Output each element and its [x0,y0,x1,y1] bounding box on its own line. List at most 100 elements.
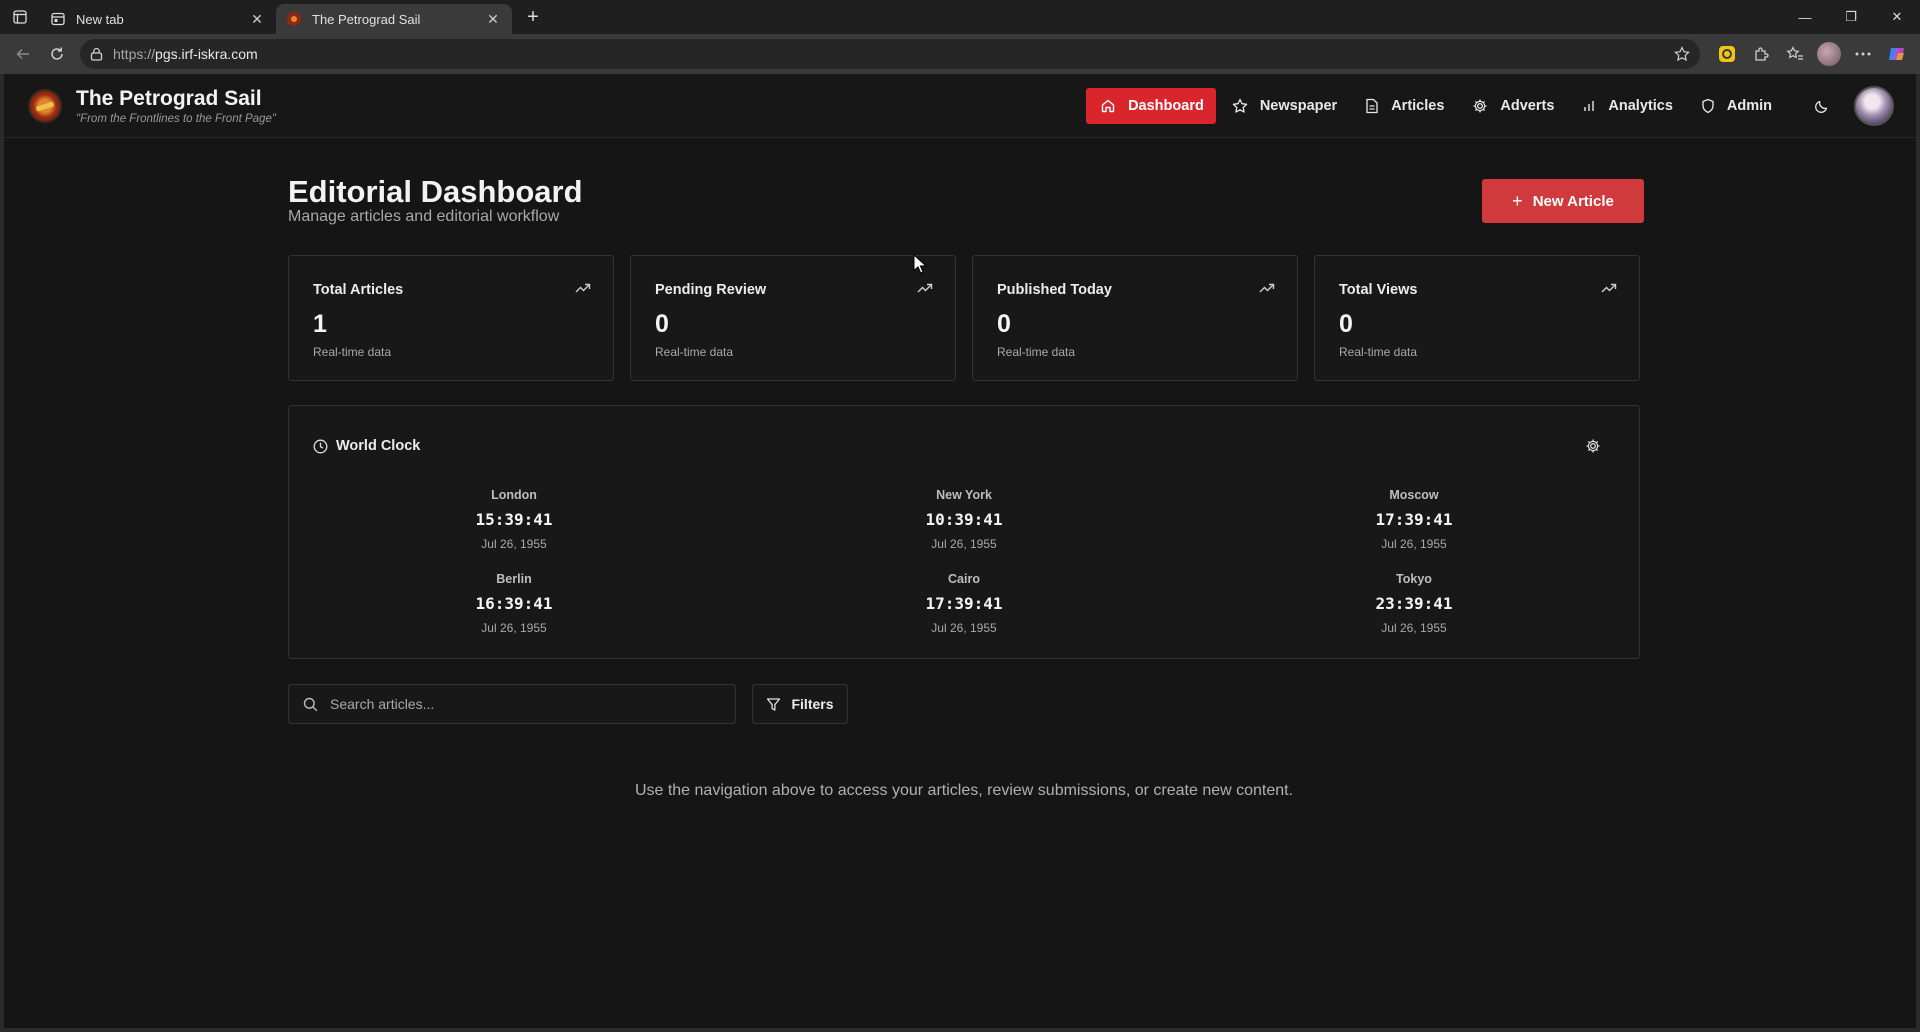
clock-city: New York [936,488,992,502]
world-clock-grid: London 15:39:41 Jul 26, 1955 New York 10… [289,488,1639,656]
trending-up-icon [575,283,591,293]
nav-dashboard[interactable]: Dashboard [1086,88,1216,124]
plus-icon: + [1512,190,1523,211]
restore-icon[interactable]: ❐ [1828,0,1874,34]
clock-date: Jul 26, 1955 [481,621,547,635]
user-avatar[interactable] [1854,86,1894,126]
copilot-icon[interactable] [1880,38,1914,70]
new-article-label: New Article [1532,192,1614,210]
clock-date: Jul 26, 1955 [1381,621,1447,635]
stat-value: 0 [655,310,669,338]
clock-tokyo: Tokyo 23:39:41 Jul 26, 1955 [1189,572,1639,656]
stat-card-total-views: Total Views 0 Real-time data [1314,255,1640,381]
nav-admin[interactable]: Admin [1689,88,1784,124]
favorite-star-icon[interactable] [1674,46,1690,62]
lock-icon[interactable] [90,47,103,61]
url-protocol: https:// [113,46,156,62]
brand: The Petrograd Sail "From the Frontlines … [76,87,276,125]
clock-time: 15:39:41 [475,510,553,529]
clock-city: Tokyo [1396,572,1432,586]
search-icon [303,697,318,711]
nav-articles[interactable]: Articles [1353,88,1456,124]
new-tab-icon [50,11,66,27]
search-input[interactable] [330,696,721,712]
tab-title: New tab [76,11,124,27]
stat-value: 0 [997,310,1011,338]
clock-moscow: Moscow 17:39:41 Jul 26, 1955 [1189,488,1639,572]
extensions-puzzle-icon[interactable] [1744,38,1778,70]
nav-label: Newspaper [1259,98,1338,114]
clock-time: 10:39:41 [925,510,1003,529]
page-viewport: The Petrograd Sail "From the Frontlines … [4,74,1916,1028]
browser-tab-petrograd-sail[interactable]: The Petrograd Sail ✕ [276,4,512,34]
clock-london: London 15:39:41 Jul 26, 1955 [289,488,739,572]
navigation-hint: Use the navigation above to access your … [634,782,1294,799]
more-options-icon[interactable] [1846,38,1880,70]
browser-tab-bar: New tab ✕ The Petrograd Sail ✕ + — ❐ ✕ [0,0,1920,34]
address-url: https://pgs.irf-iskra.com [113,46,1674,62]
address-bar[interactable]: https://pgs.irf-iskra.com [80,39,1700,69]
stat-value: 0 [1339,310,1353,338]
bar-chart-icon [1584,101,1595,111]
reload-icon[interactable] [40,38,74,70]
stat-label: Published Today [997,282,1112,298]
stats-row: Total Articles 1 Real-time data Pending … [288,255,1640,381]
stat-card-published-today: Published Today 0 Real-time data [972,255,1298,381]
trending-up-icon [1259,283,1275,293]
site-logo[interactable] [28,88,62,123]
clock-settings-gear-icon[interactable] [1585,438,1601,454]
minimize-icon[interactable]: — [1782,0,1828,34]
clock-date: Jul 26, 1955 [931,621,997,635]
stat-label: Total Articles [313,282,404,298]
clock-new-york: New York 10:39:41 Jul 26, 1955 [739,488,1189,572]
clock-city: London [491,488,537,502]
new-article-button[interactable]: + New Article [1482,179,1644,223]
page-subtitle: Manage articles and editorial workflow [288,208,560,225]
world-clock-card: World Clock London 15:39:41 Jul 26, 1955… [288,405,1640,659]
nav-analytics[interactable]: Analytics [1570,88,1684,124]
shield-icon [1702,98,1714,114]
filters-button[interactable]: Filters [752,684,848,724]
star-icon [1232,98,1248,113]
nav-newspaper[interactable]: Newspaper [1220,88,1349,124]
stat-label: Total Views [1339,282,1418,298]
close-tab-icon[interactable]: ✕ [248,10,266,28]
filters-label: Filters [791,696,834,712]
stat-value: 1 [313,310,327,338]
site-title[interactable]: The Petrograd Sail [76,87,276,111]
stat-card-pending-review: Pending Review 0 Real-time data [630,255,956,381]
stat-label: Pending Review [655,282,767,298]
close-window-icon[interactable]: ✕ [1874,0,1920,34]
stat-note: Real-time data [1339,345,1418,359]
clock-row: London 15:39:41 Jul 26, 1955 New York 10… [289,488,1639,572]
nav-label: Articles [1391,98,1445,114]
home-icon [1101,99,1115,113]
new-tab-plus-icon[interactable]: + [518,2,548,32]
clock-time: 23:39:41 [1375,594,1453,613]
extension-yellow-icon[interactable] [1710,38,1744,70]
clock-city: Berlin [496,572,532,586]
clock-time: 17:39:41 [1375,510,1453,529]
tab-actions-icon[interactable] [0,0,40,34]
nav-adverts[interactable]: Adverts [1460,88,1566,124]
favorites-list-icon[interactable] [1778,38,1812,70]
dark-mode-moon-icon[interactable] [1802,88,1842,124]
world-clock-title: World Clock [336,438,421,454]
world-clock-header: World Clock [313,438,420,454]
close-tab-icon[interactable]: ✕ [484,10,502,28]
url-host: pgs.irf-iskra.com [155,46,258,62]
clock-berlin: Berlin 16:39:41 Jul 26, 1955 [289,572,739,656]
nav-label: Adverts [1500,98,1555,114]
back-arrow-icon[interactable] [6,38,40,70]
browser-toolbar: https://pgs.irf-iskra.com [0,34,1920,74]
browser-tab-new-tab[interactable]: New tab ✕ [40,4,276,34]
nav-label: Admin [1726,98,1772,114]
filter-funnel-icon [767,697,781,711]
clock-date: Jul 26, 1955 [1381,537,1447,551]
nav-label: Dashboard [1128,98,1204,114]
profile-avatar-icon[interactable] [1812,38,1846,70]
clock-time: 17:39:41 [925,594,1003,613]
article-search[interactable] [288,684,736,724]
clock-date: Jul 26, 1955 [481,537,547,551]
clock-row: Berlin 16:39:41 Jul 26, 1955 Cairo 17:39… [289,572,1639,656]
